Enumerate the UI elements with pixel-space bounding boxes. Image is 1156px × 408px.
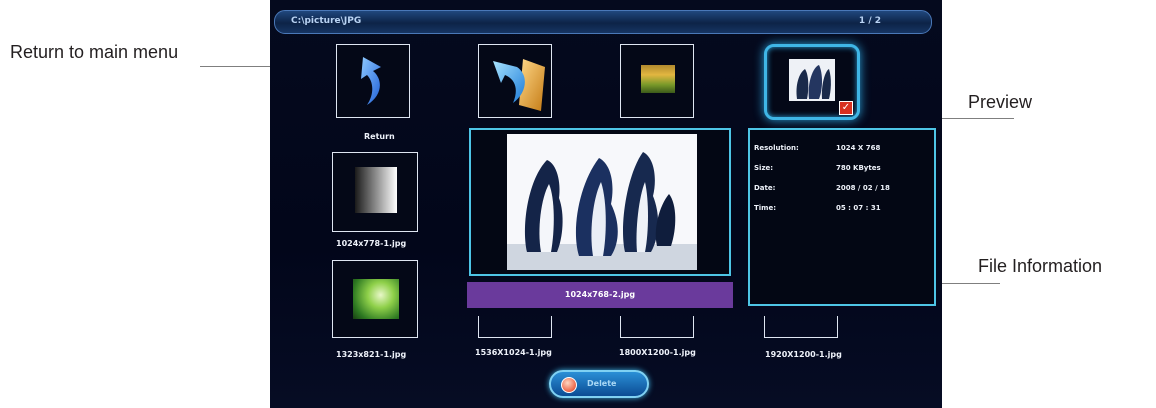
- file1-label: 1024x778-1.jpg: [336, 239, 407, 248]
- flower-thumbnail-image: [641, 65, 675, 93]
- path-bar: C:\picture\JPG 1 / 2: [274, 10, 932, 34]
- resolution-value: 1024 X 768: [836, 144, 881, 152]
- penguin-mini-icon: [796, 65, 831, 99]
- return-label: Return: [364, 132, 395, 141]
- penguin-preview-image: [507, 134, 697, 270]
- file5-label: 1920X1200-1.jpg: [765, 350, 842, 359]
- callout-line-return: [200, 66, 270, 67]
- size-label: Size:: [754, 164, 774, 172]
- current-path: C:\picture\JPG: [291, 16, 362, 26]
- resolution-label: Resolution:: [754, 144, 799, 152]
- file5-tile[interactable]: [764, 316, 838, 338]
- callout-line-preview: [942, 118, 1014, 119]
- date-value: 2008 / 02 / 18: [836, 184, 890, 192]
- bug-thumbnail-image: [353, 279, 399, 319]
- return-tile[interactable]: [336, 44, 410, 118]
- callout-return-main-menu: Return to main menu: [10, 42, 179, 62]
- callout-preview: Preview: [968, 92, 1033, 112]
- time-label: Time:: [754, 204, 777, 212]
- folder-return-icon: [493, 59, 545, 111]
- photo-browser-screen: C:\picture\JPG 1 / 2 Return ✓ 1024x778-1…: [270, 0, 942, 408]
- bug-thumbnail-tile[interactable]: [332, 260, 418, 338]
- file3-tile[interactable]: [478, 316, 552, 338]
- gradient-thumbnail-image: [355, 167, 397, 213]
- image-preview-frame: [469, 128, 731, 276]
- date-label: Date:: [754, 184, 776, 192]
- delete-circle-icon: [561, 377, 577, 393]
- size-value: 780 KBytes: [836, 164, 881, 172]
- delete-button-label: Delete: [587, 379, 617, 388]
- flower-thumbnail-tile[interactable]: [620, 44, 694, 118]
- page-indicator: 1 / 2: [858, 16, 881, 26]
- file4-tile[interactable]: [620, 316, 694, 338]
- return-arrow-icon: [361, 57, 381, 105]
- penguin-illustration: [507, 152, 697, 270]
- delete-button[interactable]: Delete: [549, 370, 649, 398]
- file-information-panel: Resolution: 1024 X 768 Size: 780 KBytes …: [748, 128, 936, 306]
- selected-filename-bar[interactable]: 1024x768-2.jpg: [467, 282, 733, 308]
- selected-thumbnail-image: [789, 59, 835, 101]
- checkbox-checked-icon[interactable]: ✓: [839, 101, 853, 115]
- folder-up-tile[interactable]: [478, 44, 552, 118]
- selected-thumbnail-tile[interactable]: ✓: [764, 44, 860, 120]
- file4-label: 1800X1200-1.jpg: [619, 348, 696, 357]
- callout-file-information: File Information: [978, 256, 1103, 276]
- file2-label: 1323x821-1.jpg: [336, 350, 407, 359]
- gradient-thumbnail-tile[interactable]: [332, 152, 418, 232]
- file3-label: 1536X1024-1.jpg: [475, 348, 552, 357]
- time-value: 05 : 07 : 31: [836, 204, 881, 212]
